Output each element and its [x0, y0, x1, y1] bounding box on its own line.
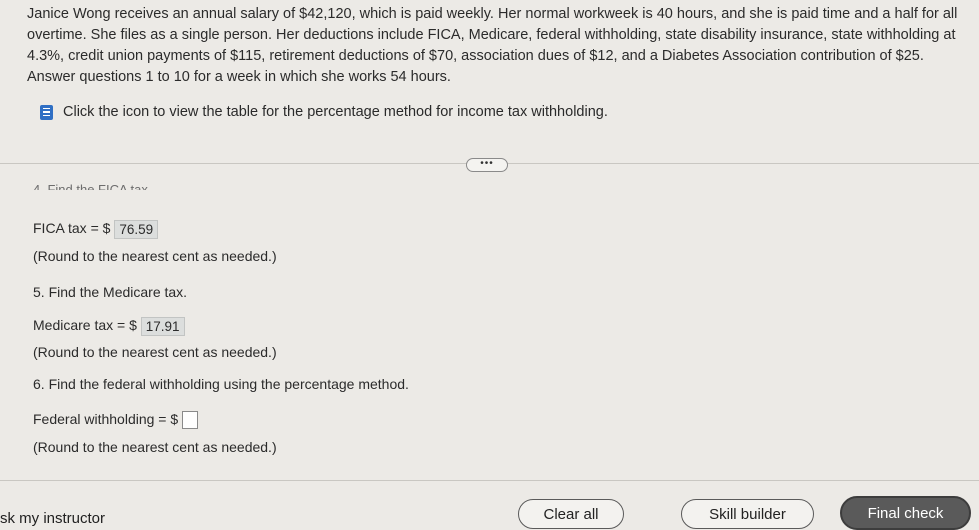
- expand-button[interactable]: •••: [466, 158, 508, 172]
- question-5: 5. Find the Medicare tax.: [33, 284, 187, 300]
- table-link-text: Click the icon to view the table for the…: [63, 104, 608, 120]
- final-check-button[interactable]: Final check: [840, 496, 971, 530]
- fica-label: FICA tax = $: [33, 220, 111, 237]
- federal-withholding-input[interactable]: [182, 411, 199, 430]
- medicare-answer-field[interactable]: 17.91: [140, 317, 185, 336]
- medicare-answer-row: Medicare tax = $ 17.91: [33, 317, 185, 336]
- question-6-text: 6. Find the federal withholding using th…: [33, 376, 409, 392]
- skill-builder-button[interactable]: Skill builder: [681, 499, 814, 529]
- fica-answer-field[interactable]: 76.59: [114, 220, 159, 239]
- question-5-text: 5. Find the Medicare tax.: [33, 284, 188, 300]
- table-icon[interactable]: [40, 104, 53, 120]
- footer-divider: [0, 480, 979, 481]
- question-6: 6. Find the federal withholding using th…: [33, 376, 409, 392]
- clear-all-button[interactable]: Clear all: [518, 499, 624, 529]
- medicare-label: Medicare tax = $: [33, 317, 137, 334]
- federal-withholding-label: Federal withholding = $: [33, 411, 179, 427]
- cutoff-question-text: 4. Find the FICA tax.: [33, 182, 152, 190]
- fica-rounding-note: (Round to the nearest cent as needed.): [33, 248, 277, 264]
- problem-statement: Janice Wong receives an annual salary of…: [27, 6, 958, 85]
- ask-instructor-link[interactable]: sk my instructor: [0, 510, 105, 527]
- fica-answer-row: FICA tax = $ 76.59: [33, 220, 159, 239]
- federal-withholding-answer-row: Federal withholding = $: [33, 411, 199, 430]
- federal-withholding-rounding-note: (Round to the nearest cent as needed.): [33, 439, 277, 455]
- medicare-rounding-note: (Round to the nearest cent as needed.): [33, 344, 277, 360]
- table-link-row[interactable]: Click the icon to view the table for the…: [40, 104, 608, 120]
